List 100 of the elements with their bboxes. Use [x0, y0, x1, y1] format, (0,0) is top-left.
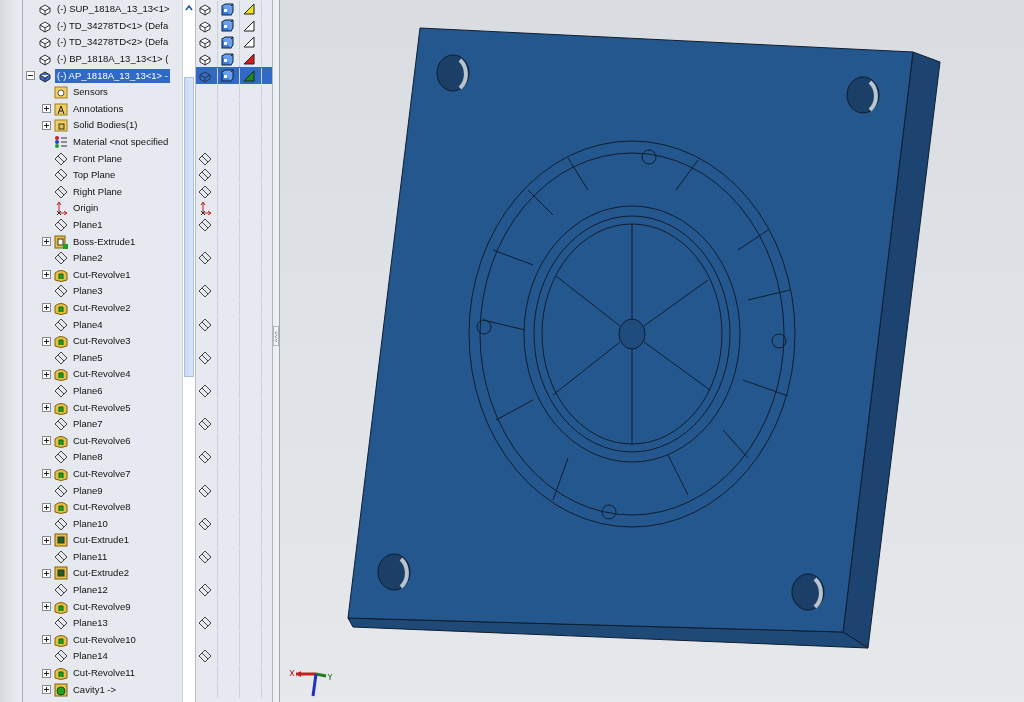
- extrude-icon: [54, 533, 68, 548]
- plane-icon: [198, 383, 212, 398]
- tree-item[interactable]: Cut-Revolve9: [71, 599, 133, 614]
- tree-item[interactable]: (-) SUP_1818A_13_13<1>: [55, 2, 172, 17]
- plane-icon: [54, 649, 68, 664]
- tree-item[interactable]: Cut-Revolve1: [71, 267, 133, 282]
- tree-item[interactable]: Cavity1 ->: [71, 682, 119, 697]
- plane-icon: [54, 516, 68, 531]
- expand-icon[interactable]: [42, 535, 51, 545]
- tree-item[interactable]: Boss-Extrude1: [71, 234, 138, 249]
- display-mode-icon: [220, 52, 234, 66]
- tree-item[interactable]: Plane1: [71, 218, 105, 232]
- expand-icon[interactable]: [42, 668, 51, 678]
- tree-item[interactable]: Plane6: [71, 383, 105, 398]
- tree-item[interactable]: Plane5: [71, 350, 105, 365]
- tree-item[interactable]: (-) TD_34278TD<1> (Defa: [55, 18, 171, 33]
- splitter-handle[interactable]: [273, 323, 279, 349]
- display-mode-icon: [220, 69, 234, 83]
- tree-item[interactable]: Plane7: [71, 417, 105, 432]
- component-icon: [38, 52, 52, 67]
- revolve-icon: [54, 466, 68, 481]
- expand-icon[interactable]: [42, 469, 51, 479]
- plane-icon: [198, 350, 212, 365]
- tree-item[interactable]: Plane10: [71, 516, 110, 531]
- expand-icon[interactable]: [42, 120, 51, 130]
- plane-icon: [198, 549, 212, 564]
- plane-icon: [54, 483, 68, 498]
- tree-item[interactable]: Plane2: [71, 251, 105, 266]
- tree-item[interactable]: Plane11: [71, 549, 110, 564]
- scroll-thumb[interactable]: [184, 77, 194, 377]
- tree-item[interactable]: Material <not specified: [71, 135, 171, 150]
- expand-icon[interactable]: [42, 602, 51, 612]
- tree-item[interactable]: (-) AP_1818A_13_13<1> -: [55, 68, 170, 83]
- tree-item[interactable]: Top Plane: [71, 168, 118, 183]
- tree-item[interactable]: Cut-Revolve11: [71, 666, 138, 681]
- expand-icon[interactable]: [42, 403, 51, 413]
- revolve-icon: [54, 599, 68, 614]
- component-visibility-icon[interactable]: [198, 35, 212, 50]
- component-visibility-icon[interactable]: [198, 2, 212, 17]
- plane-icon: [198, 417, 212, 432]
- expand-icon[interactable]: [42, 303, 51, 313]
- tree-item[interactable]: Plane8: [71, 450, 105, 465]
- revolve-icon: [54, 334, 68, 349]
- plane-icon: [54, 549, 68, 564]
- expand-icon[interactable]: [42, 369, 51, 379]
- plane-icon: [198, 649, 212, 664]
- tree-item[interactable]: Cut-Extrude1: [71, 533, 131, 548]
- tree-item[interactable]: Cut-Revolve10: [71, 632, 138, 647]
- revolve-icon: [54, 301, 68, 315]
- expand-icon[interactable]: [42, 635, 51, 645]
- tree-item[interactable]: Cut-Revolve6: [71, 433, 133, 448]
- tree-item[interactable]: Cut-Revolve8: [71, 500, 133, 515]
- plane-icon: [54, 251, 68, 266]
- plane-icon: [54, 317, 68, 332]
- tree-item[interactable]: Solid Bodies(1): [71, 118, 140, 133]
- tree-item[interactable]: Cut-Revolve3: [71, 334, 133, 349]
- scroll-up-icon[interactable]: [184, 3, 194, 13]
- tree-item[interactable]: Cut-Revolve5: [71, 400, 133, 415]
- expand-icon[interactable]: [42, 237, 51, 247]
- expand-icon[interactable]: [42, 502, 51, 512]
- cavity-icon: [54, 682, 68, 697]
- plane-icon: [198, 616, 212, 631]
- expand-icon[interactable]: [42, 569, 51, 578]
- tree-item[interactable]: Cut-Revolve7: [71, 466, 133, 481]
- expand-icon[interactable]: [42, 685, 51, 695]
- component-visibility-icon[interactable]: [198, 52, 212, 67]
- display-mode-icon: [220, 19, 234, 33]
- expand-icon[interactable]: [42, 104, 51, 114]
- folder-icon: [54, 101, 68, 116]
- collapse-icon[interactable]: [26, 71, 35, 81]
- extrude-icon: [54, 234, 68, 249]
- expand-icon[interactable]: [42, 270, 51, 280]
- revolve-icon: [54, 267, 68, 282]
- expand-icon[interactable]: [42, 436, 51, 446]
- tree-item[interactable]: (-) BP_1818A_13_13<1> (: [55, 52, 171, 67]
- tree-item[interactable]: Sensors: [71, 85, 110, 100]
- tree-item[interactable]: Plane14: [71, 649, 110, 664]
- revolve-icon: [54, 500, 68, 515]
- expand-icon[interactable]: [42, 336, 51, 346]
- plane-icon: [54, 168, 68, 183]
- tree-item[interactable]: Cut-Revolve2: [71, 301, 133, 315]
- plane-icon: [54, 616, 68, 631]
- revolve-icon: [54, 666, 68, 681]
- tree-item[interactable]: Plane12: [71, 583, 110, 598]
- tree-item[interactable]: Plane3: [71, 284, 105, 299]
- plane-icon: [54, 184, 68, 199]
- tree-item[interactable]: Plane9: [71, 483, 105, 498]
- tree-item[interactable]: Front Plane: [71, 151, 125, 166]
- tree-item[interactable]: Right Plane: [71, 184, 125, 199]
- tree-item[interactable]: Plane13: [71, 616, 110, 631]
- tree-item[interactable]: (-) TD_34278TD<2> (Defa: [55, 35, 171, 50]
- tree-item[interactable]: Annotations: [71, 101, 126, 116]
- scroll-bar[interactable]: [182, 0, 195, 702]
- display-mode-icon: [220, 2, 234, 16]
- tree-item[interactable]: Cut-Revolve4: [71, 367, 133, 382]
- plane-icon: [198, 583, 212, 598]
- tree-item[interactable]: Origin: [71, 201, 101, 216]
- plane-icon: [198, 516, 212, 531]
- tree-item[interactable]: Plane4: [71, 317, 105, 332]
- tree-item[interactable]: Cut-Extrude2: [71, 566, 131, 581]
